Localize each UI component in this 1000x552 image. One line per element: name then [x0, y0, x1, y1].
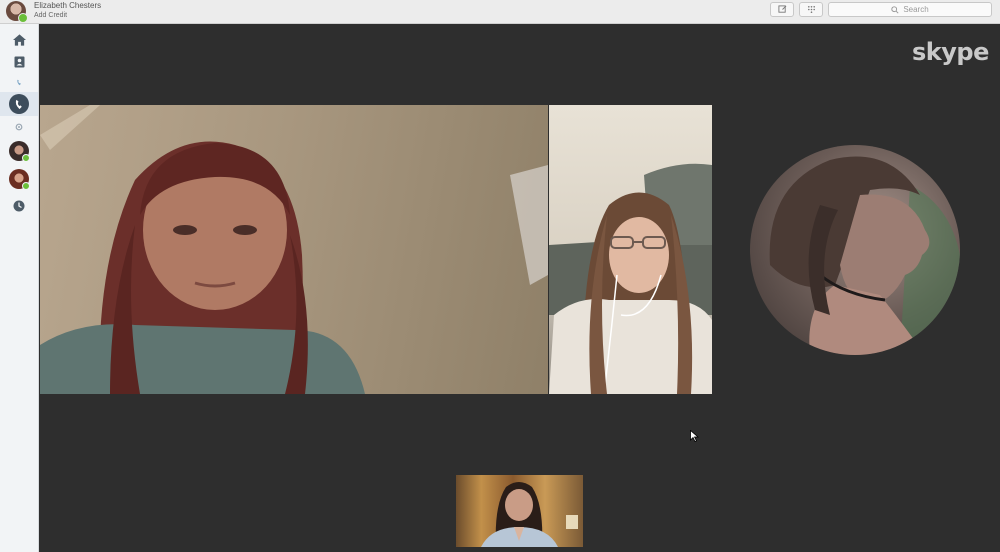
sidebar — [0, 24, 39, 552]
search-icon — [891, 5, 899, 14]
profile-avatar[interactable] — [6, 1, 28, 23]
active-call-indicator — [9, 94, 29, 114]
profile-area[interactable]: Elizabeth Chesters Add Credit — [6, 1, 102, 23]
contact-avatar[interactable] — [9, 141, 30, 162]
presence-online-indicator — [22, 182, 30, 190]
sidebar-item-recent[interactable] — [0, 199, 38, 213]
sidebar-item-call[interactable] — [0, 92, 38, 116]
participant-figure — [40, 105, 548, 394]
participant-video-main[interactable] — [40, 105, 548, 394]
skype-logo: skype — [912, 38, 989, 66]
sidebar-item-contact-2[interactable] — [0, 168, 38, 190]
presence-online-indicator — [22, 154, 30, 162]
profile-name: Elizabeth Chesters — [34, 1, 102, 10]
participant-video-side[interactable] — [549, 105, 712, 394]
dialpad-icon — [807, 5, 815, 14]
search-placeholder: Search — [903, 5, 929, 14]
compose-icon — [777, 5, 786, 13]
participant-figure — [549, 163, 712, 394]
dialpad-icon — [16, 79, 21, 85]
sidebar-item-contact-1[interactable] — [0, 140, 38, 162]
sidebar-item-dialpad[interactable] — [0, 76, 38, 88]
settings-icon — [15, 123, 23, 131]
sidebar-item-contacts[interactable] — [0, 54, 38, 70]
skype-window: Elizabeth Chesters Add Credit Search sky… — [0, 0, 1000, 552]
mouse-cursor-icon — [690, 430, 699, 442]
participant-figure — [481, 482, 578, 547]
dialpad-button[interactable] — [799, 2, 823, 17]
participant-video-circular[interactable] — [750, 145, 960, 355]
clock-icon — [13, 200, 25, 212]
title-bar: Elizabeth Chesters Add Credit Search — [0, 0, 1000, 24]
contact-avatar[interactable] — [9, 169, 30, 190]
search-input[interactable]: Search — [828, 2, 992, 17]
contacts-icon — [14, 56, 24, 68]
call-icon — [15, 99, 22, 109]
compose-button[interactable] — [770, 2, 794, 17]
participant-figure — [769, 156, 960, 355]
sidebar-item-home[interactable] — [0, 32, 38, 48]
self-video-preview[interactable] — [456, 475, 583, 547]
add-credit-link[interactable]: Add Credit — [34, 11, 101, 21]
sidebar-item-settings[interactable] — [0, 122, 38, 132]
home-icon — [12, 34, 26, 46]
presence-online-indicator — [18, 13, 28, 23]
